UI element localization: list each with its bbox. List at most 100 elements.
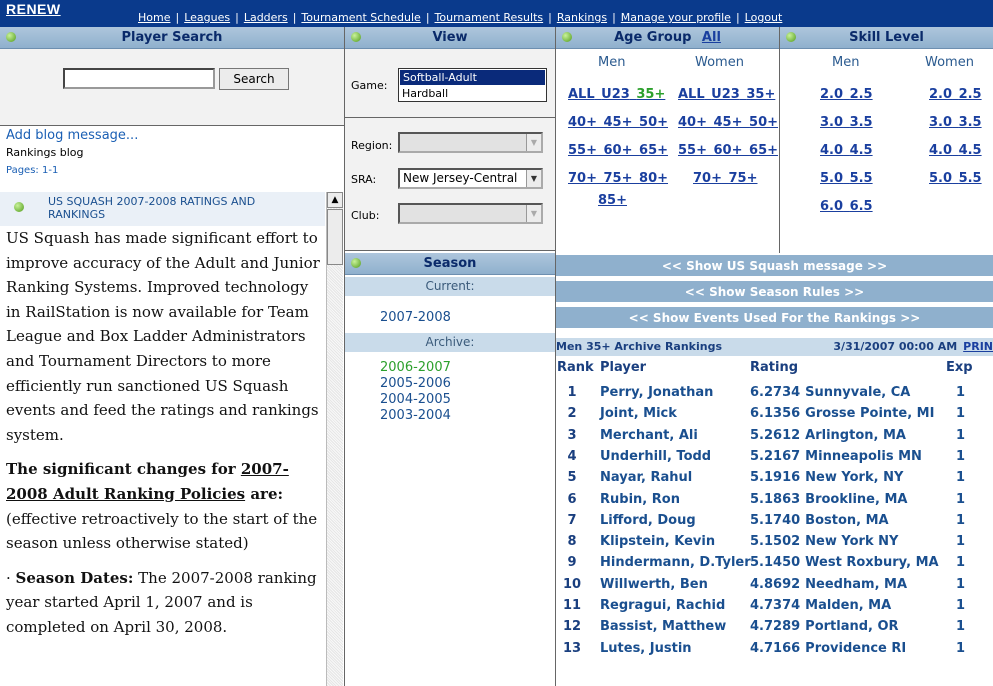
rankings-heading: Men 35+ Archive Rankings <box>556 340 723 353</box>
chevron-down-icon[interactable]: ▼ <box>526 205 541 222</box>
age-link[interactable]: ALL <box>678 87 705 102</box>
season-link-current[interactable]: 2007-2008 <box>380 310 451 325</box>
skill-link[interactable]: 6.5 <box>850 199 873 214</box>
age-link[interactable]: 50+ <box>639 115 668 130</box>
player-search-input[interactable] <box>63 68 215 89</box>
game-option-hardball[interactable]: Hardball <box>399 86 546 101</box>
player-link[interactable]: Joint, Mick <box>600 406 677 421</box>
sra-select[interactable]: New Jersey-Central ▼ <box>398 168 543 189</box>
rating-value: 6.2734 <box>750 385 801 400</box>
player-link[interactable]: Hindermann, D.Tyler <box>600 555 751 570</box>
print-link[interactable]: PRIN <box>963 340 993 353</box>
skill-link[interactable]: 2.5 <box>850 87 873 102</box>
age-link[interactable]: U23 <box>601 87 630 102</box>
age-link[interactable]: 70+ <box>568 171 597 186</box>
nav-link-leagues[interactable]: Leagues <box>184 11 230 24</box>
nav-link-tournament-schedule[interactable]: Tournament Schedule <box>301 11 420 24</box>
skill-link[interactable]: 5.0 <box>820 171 843 186</box>
age-group-all-link[interactable]: All <box>702 30 721 45</box>
skill-link[interactable]: 4.0 <box>929 143 952 158</box>
season-link-archive[interactable]: 2003-2004 <box>380 408 451 423</box>
age-link[interactable]: 35+ <box>746 87 775 102</box>
season-link-archive[interactable]: 2005-2006 <box>380 376 451 391</box>
rating-cell: 5.1916 New York, NY <box>750 470 903 485</box>
skill-link[interactable]: 6.0 <box>820 199 843 214</box>
skill-link[interactable]: 3.5 <box>959 115 982 130</box>
skill-link[interactable]: 2.5 <box>959 87 982 102</box>
player-link[interactable]: Bassist, Matthew <box>600 619 726 634</box>
player-link[interactable]: Perry, Jonathan <box>600 385 713 400</box>
age-link[interactable]: 50+ <box>749 115 778 130</box>
show-season-rules-button[interactable]: << Show Season Rules >> <box>556 281 993 303</box>
game-option-softball-adult[interactable]: Softball-Adult <box>400 70 545 85</box>
age-link[interactable]: 75+ <box>729 171 758 186</box>
player-link[interactable]: Regragui, Rachid <box>600 598 725 613</box>
age-link[interactable]: 55+ <box>678 143 707 158</box>
skill-link[interactable]: 3.5 <box>850 115 873 130</box>
nav-link-ladders[interactable]: Ladders <box>244 11 288 24</box>
logo[interactable]: RENEW <box>6 1 61 17</box>
scroll-up-icon[interactable]: ▲ <box>327 192 343 208</box>
age-link[interactable]: 55+ <box>568 143 597 158</box>
player-link[interactable]: Merchant, Ali <box>600 428 698 443</box>
season-link-archive[interactable]: 2006-2007 <box>380 360 451 375</box>
age-link[interactable]: U23 <box>711 87 740 102</box>
season-link-archive[interactable]: 2004-2005 <box>380 392 451 407</box>
club-select[interactable]: ▼ <box>398 203 543 224</box>
region-select[interactable]: ▼ <box>398 132 543 153</box>
age-link-selected[interactable]: 35+ <box>636 87 665 102</box>
age-link[interactable]: 65+ <box>639 143 668 158</box>
skill-link[interactable]: 2.0 <box>820 87 843 102</box>
add-blog-message-link[interactable]: Add blog message... <box>6 128 138 143</box>
blog-scrollbar[interactable]: ▲ <box>326 192 343 686</box>
age-link[interactable]: 45+ <box>714 115 743 130</box>
skill-link[interactable]: 4.0 <box>820 143 843 158</box>
age-link[interactable]: 75+ <box>604 171 633 186</box>
skill-link[interactable]: 5.5 <box>850 171 873 186</box>
pagination[interactable]: Pages: 1-1 <box>6 165 58 176</box>
age-link[interactable]: 45+ <box>604 115 633 130</box>
player-link[interactable]: Lifford, Doug <box>600 513 696 528</box>
search-button[interactable]: Search <box>219 68 289 90</box>
chevron-down-icon[interactable]: ▼ <box>526 170 541 187</box>
skill-link[interactable]: 3.0 <box>929 115 952 130</box>
nav-link-home[interactable]: Home <box>138 11 170 24</box>
rating-cell: 5.1502 New York NY <box>750 534 898 549</box>
skill-link[interactable]: 4.5 <box>850 143 873 158</box>
player-link[interactable]: Lutes, Justin <box>600 641 692 656</box>
age-link[interactable]: 80+ <box>639 171 668 186</box>
player-link[interactable]: Nayar, Rahul <box>600 470 692 485</box>
age-link[interactable]: 70+ <box>693 171 722 186</box>
skill-link[interactable]: 2.0 <box>929 87 952 102</box>
nav-link-manage-profile[interactable]: Manage your profile <box>621 11 731 24</box>
nav-link-rankings[interactable]: Rankings <box>557 11 607 24</box>
player-link[interactable]: Willwerth, Ben <box>600 577 708 592</box>
age-link[interactable]: 85+ <box>598 193 627 208</box>
skill-link[interactable]: 5.0 <box>929 171 952 186</box>
status-dot-icon <box>562 32 572 42</box>
player-link[interactable]: Rubin, Ron <box>600 492 680 507</box>
rank-cell: 1 <box>567 385 577 400</box>
scroll-thumb[interactable] <box>327 209 343 265</box>
show-us-squash-message-button[interactable]: << Show US Squash message >> <box>556 255 993 277</box>
chevron-down-icon[interactable]: ▼ <box>526 134 541 151</box>
age-link[interactable]: 40+ <box>678 115 707 130</box>
game-listbox[interactable]: Softball-Adult Hardball <box>398 68 547 102</box>
exp-cell: 1 <box>956 448 966 464</box>
skill-link[interactable]: 3.0 <box>820 115 843 130</box>
nav-link-logout[interactable]: Logout <box>745 11 783 24</box>
player-link[interactable]: Underhill, Todd <box>600 449 711 464</box>
rating-cell: 4.7166 Providence RI <box>750 641 906 656</box>
player-link[interactable]: Klipstein, Kevin <box>600 534 715 549</box>
location-value: West Roxbury, MA <box>805 555 939 571</box>
age-link[interactable]: 40+ <box>568 115 597 130</box>
skill-link[interactable]: 4.5 <box>959 143 982 158</box>
age-link[interactable]: 60+ <box>714 143 743 158</box>
age-link[interactable]: 65+ <box>749 143 778 158</box>
nav-link-tournament-results[interactable]: Tournament Results <box>435 11 544 24</box>
show-events-button[interactable]: << Show Events Used For the Rankings >> <box>556 307 993 329</box>
rating-value: 5.2167 <box>750 448 801 464</box>
skill-link[interactable]: 5.5 <box>959 171 982 186</box>
age-link[interactable]: ALL <box>568 87 595 102</box>
age-link[interactable]: 60+ <box>604 143 633 158</box>
